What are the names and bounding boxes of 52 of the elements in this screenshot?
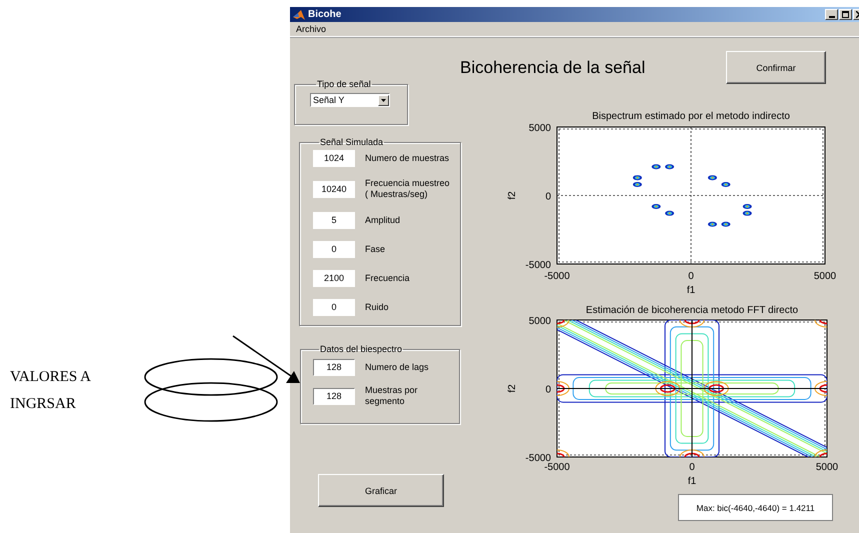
confirm-button[interactable]: Confirmar <box>726 51 826 84</box>
axis-tick-label: 5000 <box>814 271 836 282</box>
input-field[interactable]: 5 <box>313 212 355 228</box>
data-readout: Max: bic(-4640,-4640) = 1.4211 <box>678 494 833 521</box>
plot-button[interactable]: Graficar <box>318 474 444 507</box>
menu-item[interactable]: Archivo <box>294 24 328 34</box>
input-field[interactable]: 2100 <box>313 270 355 286</box>
input-field[interactable]: 0 <box>313 298 355 316</box>
axis-label: f2 <box>507 384 518 393</box>
heading: Bicoherencia de la señal <box>460 58 646 78</box>
axis-tick-label: 0 <box>688 271 694 282</box>
axis-tick-label: 0 <box>545 384 551 396</box>
axis-tick-label: -5000 <box>525 260 551 271</box>
app-icon <box>293 8 305 20</box>
axis-tick-label: -5000 <box>544 271 570 282</box>
input-field[interactable]: 128 <box>313 388 355 404</box>
annotation-text: VALORES A <box>10 369 91 386</box>
input-field[interactable]: 1024 <box>313 150 355 166</box>
field-label: Numero de lags <box>365 362 429 372</box>
signal-type-dropdown[interactable]: Señal Y <box>310 93 390 107</box>
input-field[interactable]: 0 <box>313 240 355 258</box>
panel-title: Señal Simulada <box>319 137 384 147</box>
maximize-button[interactable] <box>839 9 852 20</box>
field-label: Ruido <box>365 302 389 312</box>
axis-tick-label: 5000 <box>528 123 551 134</box>
window-title: Bicohe <box>308 9 342 20</box>
axis-tick-label: 5000 <box>528 316 551 327</box>
panel-title: Tipo de señal <box>316 79 372 89</box>
field-label: Fase <box>365 244 386 254</box>
maximize-icon <box>842 11 849 18</box>
axis-label: f1 <box>688 476 696 486</box>
field-label: Numero de muestras <box>365 152 450 164</box>
panel-title: Datos del biespectro <box>319 344 404 354</box>
annotation-text: INGRSAR <box>10 396 76 413</box>
axis-label: f2 <box>507 191 518 200</box>
annotation-arrow <box>232 335 300 383</box>
field-label: Amplitud <box>365 214 400 226</box>
input-field[interactable]: 128 <box>313 358 355 376</box>
axis-label: f1 <box>686 285 696 294</box>
axis-tick-label: -5000 <box>544 462 570 473</box>
axis-tick-label: -5000 <box>525 453 551 464</box>
axis-tick-label: 0 <box>545 192 551 202</box>
field-label: Frecuencia muestreo ( Muestras/seg) <box>365 178 450 200</box>
field-label: Frecuencia <box>365 272 410 284</box>
plot-title: Estimación de bicoherencia metodo FFT directo <box>586 305 798 316</box>
minimize-button[interactable] <box>825 9 838 20</box>
input-field[interactable]: 10240 <box>313 180 355 198</box>
axis-tick-label: 5000 <box>816 462 838 473</box>
axis-tick-label: 0 <box>689 462 695 473</box>
plot-title: Bispectrum estimado por el metodo indirecto <box>592 111 790 122</box>
field-label: Muestras por segmento <box>365 385 418 407</box>
caret-icon <box>381 98 386 102</box>
